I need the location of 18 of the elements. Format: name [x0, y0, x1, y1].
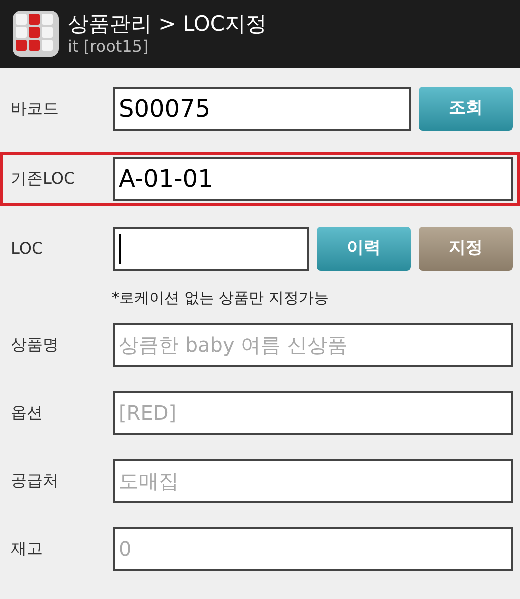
- text-cursor: [119, 234, 121, 264]
- note-text: *로케이션 없는 상품만 지정가능: [112, 289, 329, 307]
- field-label: 재고: [10, 538, 44, 560]
- field-label: 상품명: [10, 334, 60, 356]
- cube-icon: [12, 10, 60, 58]
- field-label: 옵션: [10, 402, 44, 424]
- input-field[interactable]: A-01-01: [113, 157, 513, 201]
- input-field[interactable]: [113, 227, 309, 271]
- header-subtitle: it [root15]: [68, 37, 150, 58]
- field-label: LOC: [10, 238, 44, 260]
- action-button[interactable]: 조회: [419, 87, 513, 131]
- action-button[interactable]: 지정: [419, 227, 513, 271]
- field-label: 공급처: [10, 470, 60, 492]
- field-label: 기존LOC: [10, 168, 76, 190]
- header-title: 상품관리 > LOC지정: [68, 10, 268, 38]
- field-label: 바코드: [10, 98, 60, 120]
- action-button[interactable]: 이력: [317, 227, 411, 271]
- input-field[interactable]: S00075: [113, 87, 411, 131]
